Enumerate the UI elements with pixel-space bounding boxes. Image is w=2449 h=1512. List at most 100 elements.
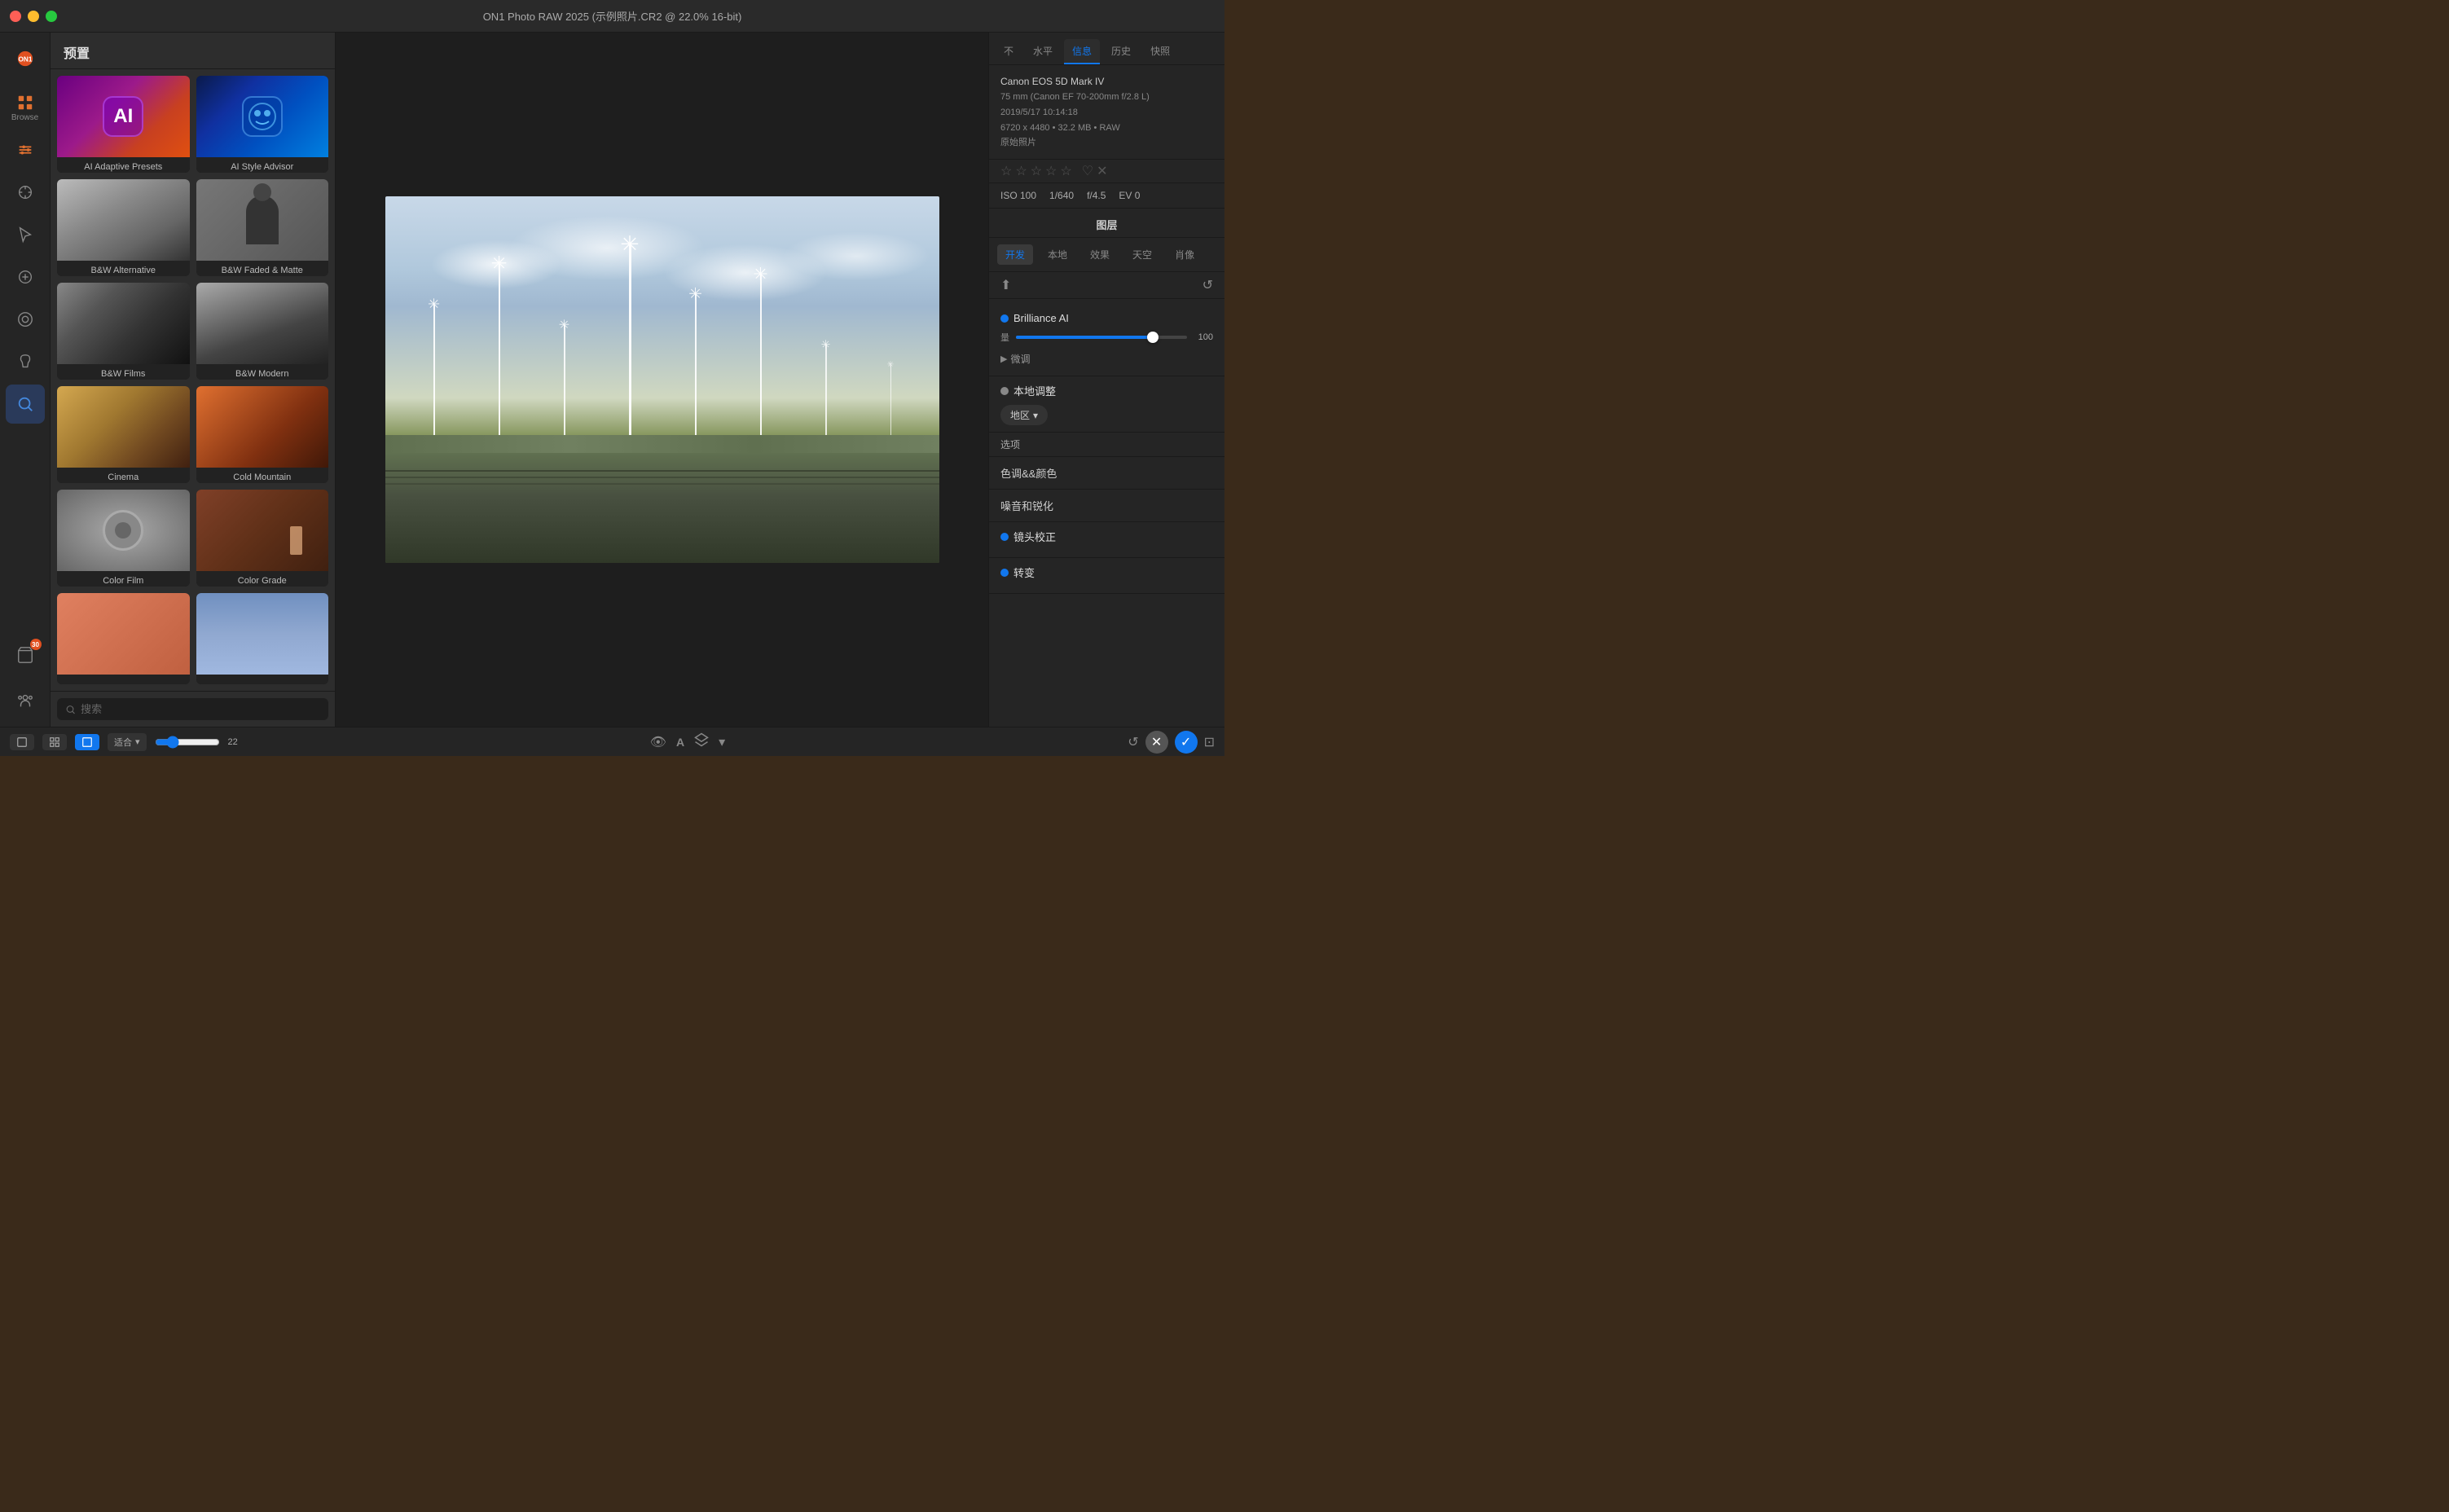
preset-ai-style[interactable]: AI Style Advisor bbox=[196, 76, 329, 173]
preset-thumb-bw-modern bbox=[196, 283, 329, 364]
options-section[interactable]: 选项 bbox=[989, 433, 1224, 457]
letter-a-icon[interactable]: A bbox=[675, 734, 686, 750]
window-controls[interactable] bbox=[10, 11, 57, 22]
export-icon[interactable]: ⬆ bbox=[1000, 277, 1011, 293]
transform-section: 转变 bbox=[989, 558, 1224, 594]
minimize-button[interactable] bbox=[28, 11, 39, 22]
region-button[interactable]: 地区 ▾ bbox=[1000, 405, 1048, 425]
preset-bw-alt[interactable]: B&W Alternative bbox=[57, 179, 190, 276]
brilliance-ai-header[interactable]: Brilliance AI bbox=[1000, 312, 1213, 324]
star-2[interactable]: ☆ bbox=[1015, 163, 1027, 179]
reset-icon[interactable]: ↺ bbox=[1203, 277, 1213, 293]
heart-icon[interactable]: ♡ bbox=[1082, 163, 1093, 179]
cancel-button[interactable]: ✕ bbox=[1145, 731, 1168, 754]
main-content: ✳ ✳ ✳ ✳ bbox=[336, 33, 988, 727]
photo-canvas[interactable]: ✳ ✳ ✳ ✳ bbox=[385, 196, 939, 563]
sidebar-item-focus[interactable] bbox=[6, 300, 45, 339]
sidebar-item-browse[interactable]: Browse bbox=[6, 88, 45, 127]
preset-cinema[interactable]: Cinema bbox=[57, 386, 190, 483]
noise-sharpen-title: 噪音和锐化 bbox=[1000, 500, 1053, 512]
preset-label-partial2 bbox=[196, 675, 329, 684]
tab-shuiping[interactable]: 水平 bbox=[1025, 39, 1061, 64]
options-title: 选项 bbox=[1000, 439, 1020, 451]
search-input-wrap[interactable] bbox=[57, 698, 328, 720]
maximize-button[interactable] bbox=[46, 11, 57, 22]
dev-tab-bendi[interactable]: 本地 bbox=[1040, 244, 1075, 265]
more-icon[interactable]: ▾ bbox=[717, 732, 727, 752]
microtune-row[interactable]: ▶ 微调 bbox=[1000, 349, 1213, 369]
brilliance-slider-thumb bbox=[1147, 332, 1159, 343]
bottom-center: 👁 A ▾ bbox=[649, 731, 727, 753]
transform-header[interactable]: 转变 bbox=[1000, 565, 1213, 580]
sidebar-item-community[interactable] bbox=[6, 681, 45, 720]
bottom-bar: 适合 ▾ 22 👁 A ▾ ↺ ✕ ✓ ⊡ bbox=[0, 727, 1224, 756]
view-toggle-button[interactable]: ⊡ bbox=[1204, 734, 1215, 750]
preset-thumb-ai-style bbox=[196, 76, 329, 157]
fit-button[interactable]: 适合 ▾ bbox=[108, 733, 147, 751]
shutter-value: 1/640 bbox=[1049, 190, 1074, 201]
local-adjust-section: 本地调整 地区 ▾ bbox=[989, 376, 1224, 433]
star-4[interactable]: ☆ bbox=[1045, 163, 1057, 179]
undo-button[interactable]: ↺ bbox=[1128, 734, 1138, 750]
sidebar-item-cart[interactable]: 30 bbox=[6, 635, 45, 675]
preset-thumb-color-grade bbox=[196, 490, 329, 571]
grid-icon bbox=[49, 736, 60, 748]
right-panel-body: Brilliance AI 量 100 ▶ 微调 bbox=[989, 299, 1224, 727]
preset-partial1[interactable] bbox=[57, 593, 190, 684]
close-button[interactable] bbox=[10, 11, 21, 22]
preset-thumb-partial2 bbox=[196, 593, 329, 675]
star-1[interactable]: ☆ bbox=[1000, 163, 1012, 179]
star-3[interactable]: ☆ bbox=[1031, 163, 1042, 179]
sidebar-item-develop[interactable] bbox=[6, 130, 45, 169]
view-single-button[interactable] bbox=[75, 734, 99, 750]
confirm-button[interactable]: ✓ bbox=[1175, 731, 1198, 754]
layers-icon[interactable] bbox=[692, 731, 710, 753]
eye-icon[interactable]: 👁 bbox=[649, 732, 668, 752]
sidebar-item-retouch[interactable] bbox=[6, 257, 45, 297]
star-row: ☆ ☆ ☆ ☆ ☆ ♡ ✕ bbox=[989, 160, 1224, 183]
preset-label-ai-style: AI Style Advisor bbox=[196, 157, 329, 173]
preset-bw-modern[interactable]: B&W Modern bbox=[196, 283, 329, 380]
preset-color-film[interactable]: Color Film bbox=[57, 490, 190, 587]
dev-tab-tiankong[interactable]: 天空 bbox=[1124, 244, 1160, 265]
zoom-slider[interactable] bbox=[155, 736, 220, 749]
portrait-silhouette bbox=[246, 196, 279, 244]
turbines-container: ✳ ✳ ✳ ✳ bbox=[385, 244, 939, 446]
sidebar-item-search[interactable] bbox=[6, 385, 45, 424]
presets-grid: AI AI Adaptive Presets AI S bbox=[51, 69, 335, 691]
preset-bw-films[interactable]: B&W Films bbox=[57, 283, 190, 380]
preset-ai-adaptive[interactable]: AI AI Adaptive Presets bbox=[57, 76, 190, 173]
tab-bu[interactable]: 不 bbox=[996, 39, 1022, 64]
star-5[interactable]: ☆ bbox=[1060, 163, 1071, 179]
tab-kuaizhao[interactable]: 快照 bbox=[1142, 39, 1178, 64]
sidebar-item-effects[interactable] bbox=[6, 173, 45, 212]
tone-color-section[interactable]: 色调&&颜色 bbox=[989, 457, 1224, 490]
lens-correct-title: 镜头校正 bbox=[1013, 529, 1056, 544]
preset-color-grade[interactable]: Color Grade bbox=[196, 490, 329, 587]
sidebar-item-masking[interactable] bbox=[6, 342, 45, 381]
reject-icon[interactable]: ✕ bbox=[1097, 163, 1107, 179]
camera-info: Canon EOS 5D Mark IV 75 mm (Canon EF 70-… bbox=[989, 65, 1224, 160]
lens-correct-header[interactable]: 镜头校正 bbox=[1000, 529, 1213, 544]
dev-tab-kaifa[interactable]: 开发 bbox=[997, 244, 1033, 265]
on1-logo[interactable]: ON1 bbox=[6, 39, 45, 78]
preset-label-bw-alt: B&W Alternative bbox=[57, 261, 190, 276]
preset-cold-mountain[interactable]: Cold Mountain bbox=[196, 386, 329, 483]
sidebar-item-select[interactable] bbox=[6, 215, 45, 254]
view-grid-button[interactable] bbox=[42, 734, 67, 750]
view-filmstrip-button[interactable] bbox=[10, 734, 34, 750]
tab-lishi[interactable]: 历史 bbox=[1103, 39, 1139, 64]
noise-sharpen-section[interactable]: 噪音和锐化 bbox=[989, 490, 1224, 522]
dev-tab-xiaoxiang[interactable]: 肖像 bbox=[1167, 244, 1203, 265]
local-adjust-header[interactable]: 本地调整 bbox=[1000, 383, 1213, 398]
window-title: ON1 Photo RAW 2025 (示例照片.CR2 @ 22.0% 16-… bbox=[483, 8, 742, 24]
preset-partial2[interactable] bbox=[196, 593, 329, 684]
brilliance-slider-track[interactable] bbox=[1016, 336, 1187, 339]
tab-xinxi[interactable]: 信息 bbox=[1064, 39, 1100, 64]
dev-tab-xiaoguo[interactable]: 效果 bbox=[1082, 244, 1118, 265]
search-input[interactable] bbox=[81, 703, 320, 715]
lens-info: 75 mm (Canon EF 70-200mm f/2.8 L) bbox=[1000, 90, 1213, 105]
preset-bw-faded[interactable]: B&W Faded & Matte bbox=[196, 179, 329, 276]
resolution-info: 6720 x 4480 • 32.2 MB • RAW bbox=[1000, 121, 1213, 136]
app-layout: ON1 Browse bbox=[0, 33, 1224, 727]
